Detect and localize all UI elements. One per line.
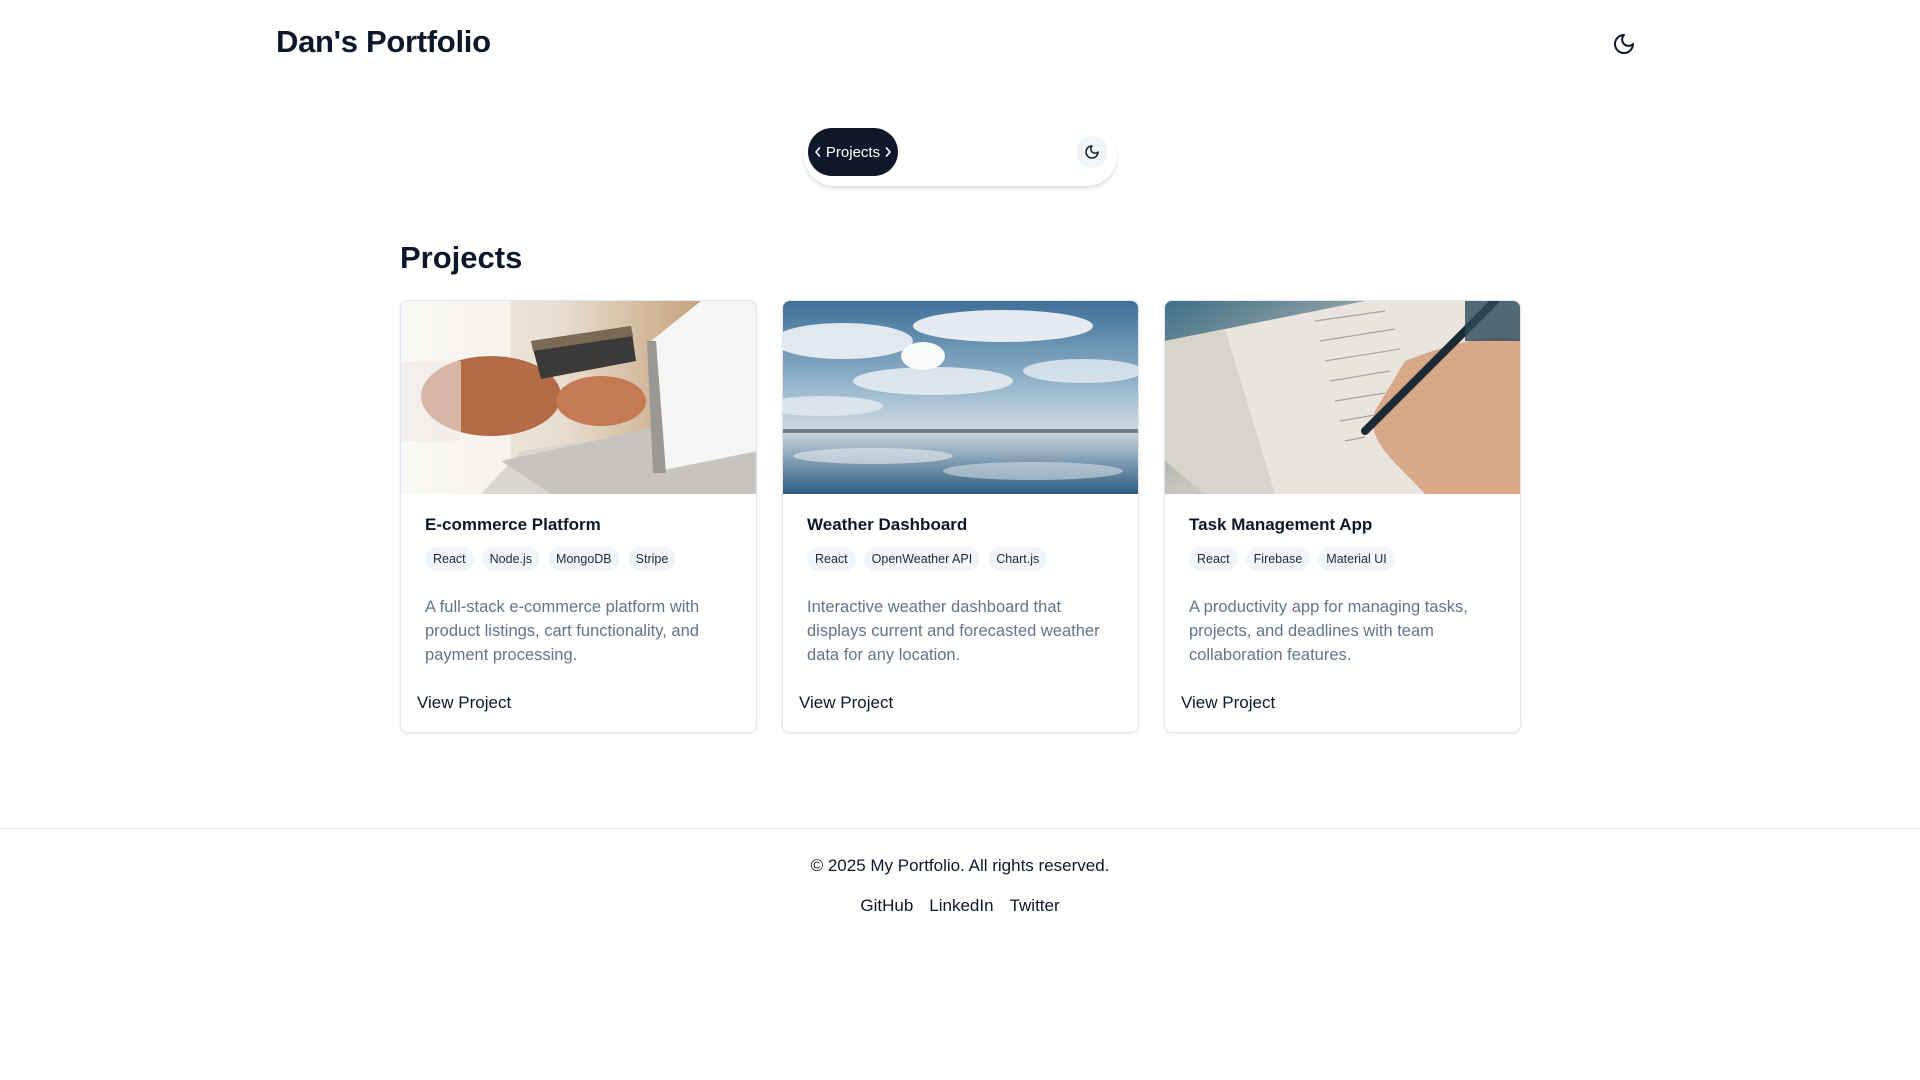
tag: OpenWeather API bbox=[863, 547, 981, 571]
view-project-link[interactable]: View Project bbox=[417, 693, 511, 713]
project-description: Interactive weather dashboard that displ… bbox=[807, 598, 1100, 664]
nav-item-label: Projects bbox=[825, 143, 881, 161]
tag: Firebase bbox=[1245, 547, 1311, 571]
project-card: Weather Dashboard React OpenWeather API … bbox=[782, 300, 1139, 733]
project-image bbox=[1165, 301, 1520, 494]
site-header: Dan's Portfolio bbox=[0, 0, 1920, 88]
nav-item-projects[interactable]: Projects bbox=[808, 128, 898, 176]
nav-theme-toggle-button[interactable] bbox=[1076, 136, 1108, 168]
chevron-right-icon[interactable] bbox=[883, 146, 893, 158]
site-footer: © 2025 My Portfolio. All rights reserved… bbox=[0, 828, 1920, 1080]
view-project-link[interactable]: View Project bbox=[1181, 693, 1275, 713]
tag: React bbox=[1189, 547, 1238, 571]
project-description: A full-stack e-commerce platform with pr… bbox=[425, 598, 700, 664]
moon-icon bbox=[1085, 145, 1099, 159]
twitter-link[interactable]: Twitter bbox=[1010, 896, 1060, 916]
tag: React bbox=[425, 547, 474, 571]
project-image bbox=[401, 301, 756, 494]
copyright-text: © 2025 My Portfolio. All rights reserved… bbox=[810, 856, 1110, 875]
project-title: Task Management App bbox=[1189, 515, 1373, 534]
project-card: Task Management App React Firebase Mater… bbox=[1164, 300, 1521, 733]
tag-list: React Firebase Material UI bbox=[1189, 547, 1395, 571]
github-link[interactable]: GitHub bbox=[860, 896, 913, 916]
tag: Chart.js bbox=[988, 547, 1048, 571]
tag: Stripe bbox=[627, 547, 677, 571]
linkedin-link[interactable]: LinkedIn bbox=[929, 896, 993, 916]
footer-links: GitHub LinkedIn Twitter bbox=[0, 896, 1920, 916]
project-title: E-commerce Platform bbox=[425, 515, 601, 534]
project-title: Weather Dashboard bbox=[807, 515, 968, 534]
tag: React bbox=[807, 547, 856, 571]
project-description: A productivity app for managing tasks, p… bbox=[1189, 598, 1468, 664]
section-title: Projects bbox=[400, 240, 523, 275]
tag: Material UI bbox=[1318, 547, 1395, 571]
moon-icon bbox=[1614, 34, 1634, 54]
tag-list: React Node.js MongoDB Stripe bbox=[425, 547, 677, 571]
project-image bbox=[783, 301, 1138, 494]
project-card: E-commerce Platform React Node.js MongoD… bbox=[400, 300, 757, 733]
tag-list: React OpenWeather API Chart.js bbox=[807, 547, 1048, 571]
theme-toggle-button[interactable] bbox=[1608, 28, 1640, 60]
view-project-link[interactable]: View Project bbox=[799, 693, 893, 713]
tag: Node.js bbox=[481, 547, 541, 571]
chevron-left-icon[interactable] bbox=[813, 146, 823, 158]
floating-nav: Projects bbox=[804, 126, 1117, 186]
tag: MongoDB bbox=[548, 547, 620, 571]
site-title: Dan's Portfolio bbox=[276, 24, 491, 59]
